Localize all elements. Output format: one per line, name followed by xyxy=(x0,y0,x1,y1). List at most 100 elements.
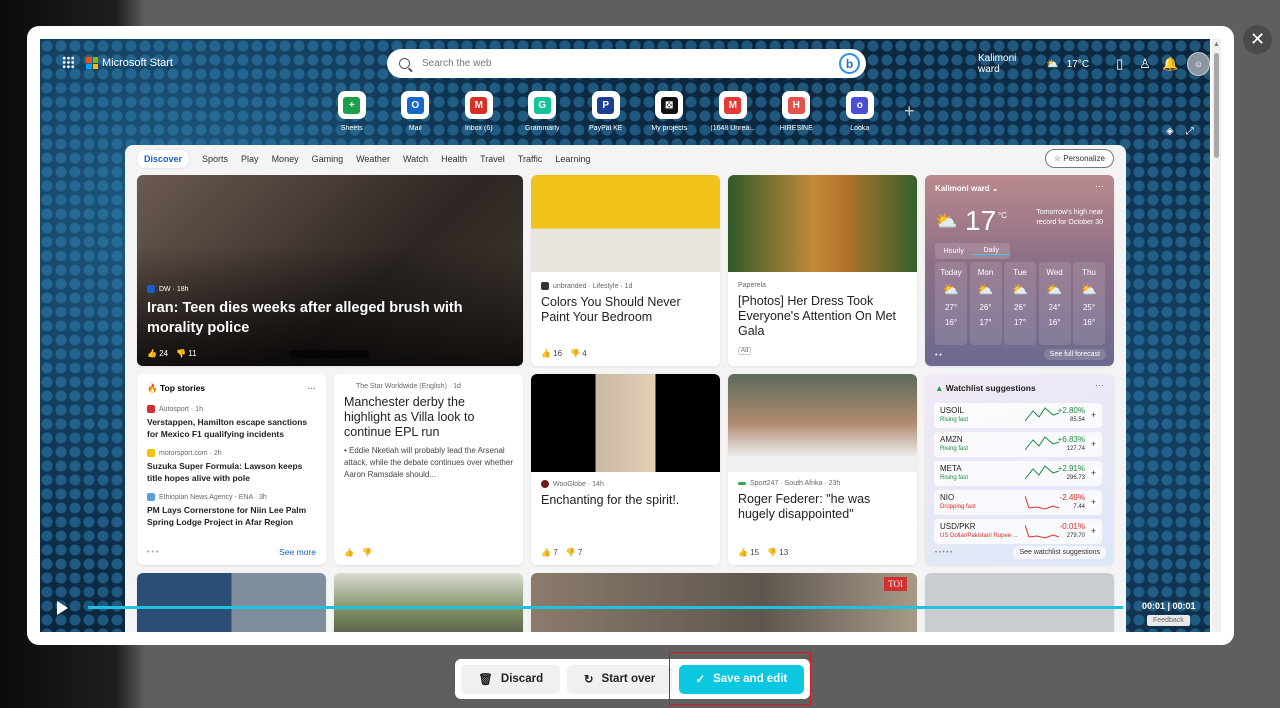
colors-title[interactable]: Colors You Should Never Paint Your Bedro… xyxy=(541,295,711,325)
add-to-watchlist-button[interactable]: + xyxy=(1088,496,1099,507)
search-box[interactable]: b xyxy=(387,49,866,78)
tab-hourly[interactable]: Hourly xyxy=(935,248,973,255)
tab-travel[interactable]: Travel xyxy=(480,154,505,164)
phone-icon[interactable]: ▯ xyxy=(1111,55,1128,73)
tab-watch[interactable]: Watch xyxy=(403,154,428,164)
play-button[interactable] xyxy=(57,601,68,615)
watchlist-row[interactable]: AMZN Rising fast +6.83% 127.74 + xyxy=(934,432,1102,457)
derby-title[interactable]: Manchester derby the highlight as Villa … xyxy=(344,395,513,440)
shortcut-item[interactable]: O Mail xyxy=(384,91,448,132)
personalize-button[interactable]: ☆ Personalize xyxy=(1044,149,1114,168)
theme-icon[interactable]: ◈ xyxy=(1166,126,1174,137)
weather-card[interactable]: Kalimoni ward ⌄ ··· ⛅ 17 °C Tomorrow's h… xyxy=(925,175,1114,366)
tab-sports[interactable]: Sports xyxy=(202,154,228,164)
add-shortcut-button[interactable]: + xyxy=(904,101,915,122)
watchlist-row[interactable]: NIO Dropping fast -2.49% 7.44 + xyxy=(934,490,1102,515)
tab-gaming[interactable]: Gaming xyxy=(312,154,344,164)
federer-card[interactable]: Sport247 · South Afrika · 23h Roger Fede… xyxy=(728,374,917,565)
search-input[interactable] xyxy=(422,58,822,69)
colors-card[interactable]: unbranded · Lifestyle · 1d Colors You Sh… xyxy=(531,175,720,366)
like-button[interactable]: 👍 15 xyxy=(738,548,759,557)
tab-weather[interactable]: Weather xyxy=(356,154,390,164)
brand-name[interactable]: Microsoft Start xyxy=(102,57,173,69)
carousel-dots[interactable]: • • xyxy=(935,352,942,359)
dislike-button[interactable]: 👎 7 xyxy=(566,548,583,557)
add-to-watchlist-button[interactable]: + xyxy=(1088,438,1099,449)
hero-card[interactable]: DW · 18h Iran: Teen dies weeks after all… xyxy=(137,175,523,366)
discard-button[interactable]: 🗑 Discard xyxy=(461,664,561,694)
dislike-button[interactable]: 👎 4 xyxy=(570,349,587,358)
derby-card[interactable]: The Star Worldwide (English) · 1d Manche… xyxy=(334,374,523,565)
rewards-icon[interactable]: ♙ xyxy=(1136,55,1153,73)
shortcut-item[interactable]: G Grammarly xyxy=(511,91,575,132)
progress-bar[interactable] xyxy=(88,606,1123,609)
like-button[interactable]: 👍 xyxy=(344,548,354,557)
scroll-up-icon[interactable]: ▲ xyxy=(1213,41,1220,48)
more-options-icon[interactable]: ··· xyxy=(308,383,317,393)
tab-learning[interactable]: Learning xyxy=(555,154,590,164)
start-over-button[interactable]: ↻ Start over xyxy=(567,664,672,694)
more-options-icon[interactable]: ··· xyxy=(1095,181,1104,191)
shortcut-item[interactable]: o Looka xyxy=(828,91,892,132)
like-button[interactable]: 👍 7 xyxy=(541,548,558,557)
list-item[interactable]: motorsport.com · 2h Suzuka Super Formula:… xyxy=(147,449,316,484)
carousel-dots[interactable]: • • • • • xyxy=(935,550,952,556)
tab-health[interactable]: Health xyxy=(441,154,467,164)
expand-icon[interactable]: ⤢ xyxy=(1186,126,1194,137)
forecast-day[interactable]: Thu ⛅ 25° 16° xyxy=(1073,262,1105,345)
like-button[interactable]: 👍 16 xyxy=(541,349,562,358)
tab-discover[interactable]: Discover xyxy=(137,150,190,168)
tab-play[interactable]: Play xyxy=(241,154,259,164)
weather-note[interactable]: Tomorrow's high near record for October … xyxy=(1033,208,1103,228)
dislike-button[interactable]: 👎 xyxy=(362,548,372,557)
watchlist-row[interactable]: META Rising fast +2.91% 296.73 + xyxy=(934,461,1102,486)
hero-title[interactable]: Iran: Teen dies weeks after alleged brus… xyxy=(147,298,487,338)
watchlist-row[interactable]: USOIL Rising fast +2.80% 85.54 + xyxy=(934,403,1102,428)
add-to-watchlist-button[interactable]: + xyxy=(1088,525,1099,536)
add-to-watchlist-button[interactable]: + xyxy=(1088,409,1099,420)
dislike-button[interactable]: 👎 11 xyxy=(176,349,197,358)
avatar[interactable]: ☺ xyxy=(1186,52,1210,76)
spirit-title[interactable]: Enchanting for the spirit!. xyxy=(541,493,713,508)
shortcut-item[interactable]: M (1648 Unrea... xyxy=(701,91,765,132)
federer-title[interactable]: Roger Federer: "he was hugely disappoint… xyxy=(738,492,910,522)
shortcut-item[interactable]: + Sheets xyxy=(320,91,384,132)
tab-money[interactable]: Money xyxy=(272,154,299,164)
scrollbar-thumb[interactable] xyxy=(1214,53,1219,158)
see-more-link[interactable]: See more xyxy=(279,547,316,557)
dress-title[interactable]: [Photos] Her Dress Took Everyone's Atten… xyxy=(738,294,910,339)
story-source-label: motorsport.com · 2h xyxy=(159,449,222,457)
close-button[interactable]: ✕ xyxy=(1243,25,1272,54)
forecast-day[interactable]: Tue ⛅ 26° 17° xyxy=(1004,262,1036,345)
like-button[interactable]: 👍 24 xyxy=(147,349,168,358)
shortcut-item[interactable]: P PayPal KE xyxy=(574,91,638,132)
forecast-day[interactable]: Mon ⛅ 26° 17° xyxy=(969,262,1002,345)
list-item[interactable]: Ethiopian News Agency - ENA · 3h PM Lays … xyxy=(147,493,316,528)
tab-daily[interactable]: Daily xyxy=(972,247,1010,255)
forecast-day[interactable]: Today ⛅ 27° 16° xyxy=(935,262,967,345)
add-to-watchlist-button[interactable]: + xyxy=(1088,467,1099,478)
weather-location[interactable]: Kalimoni ward ⌄ xyxy=(935,184,999,193)
apps-grid-icon[interactable] xyxy=(62,56,75,69)
location-label[interactable]: Kalimoni ward xyxy=(978,53,1038,75)
dislike-button[interactable]: 👎 13 xyxy=(767,548,788,557)
see-full-forecast-link[interactable]: See full forecast xyxy=(1043,349,1106,360)
tab-traffic[interactable]: Traffic xyxy=(518,154,543,164)
carousel-indicator[interactable] xyxy=(289,350,369,358)
spirit-card[interactable]: WooGlobe · 14h Enchanting for the spirit… xyxy=(531,374,720,565)
watchlist-row[interactable]: USD/PKR US Dollar/Pakistani Rupee ... -0.0… xyxy=(934,519,1102,544)
forecast-day[interactable]: Wed ⛅ 24° 16° xyxy=(1038,262,1071,345)
see-watchlist-link[interactable]: See watchlist suggestions xyxy=(1013,546,1106,559)
shortcut-item[interactable]: M Inbox (6) xyxy=(447,91,511,132)
dress-card[interactable]: Paperela [Photos] Her Dress Took Everyon… xyxy=(728,175,917,366)
bell-icon[interactable]: 🔔 xyxy=(1162,55,1179,73)
shortcut-item[interactable]: H HIRESINE xyxy=(765,91,829,132)
bing-chat-icon[interactable]: b xyxy=(839,53,860,74)
scrollbar[interactable]: ▲ xyxy=(1212,39,1221,632)
list-item[interactable]: Autosport · 1h Verstappen, Hamilton escap… xyxy=(147,405,316,440)
carousel-dots[interactable]: • • • xyxy=(147,549,158,556)
feedback-button[interactable]: Feedback xyxy=(1147,615,1190,626)
temperature-label[interactable]: 17°C xyxy=(1067,59,1089,70)
shortcut-item[interactable]: ⊠ My projects xyxy=(638,91,702,132)
more-options-icon[interactable]: ··· xyxy=(1095,380,1104,390)
